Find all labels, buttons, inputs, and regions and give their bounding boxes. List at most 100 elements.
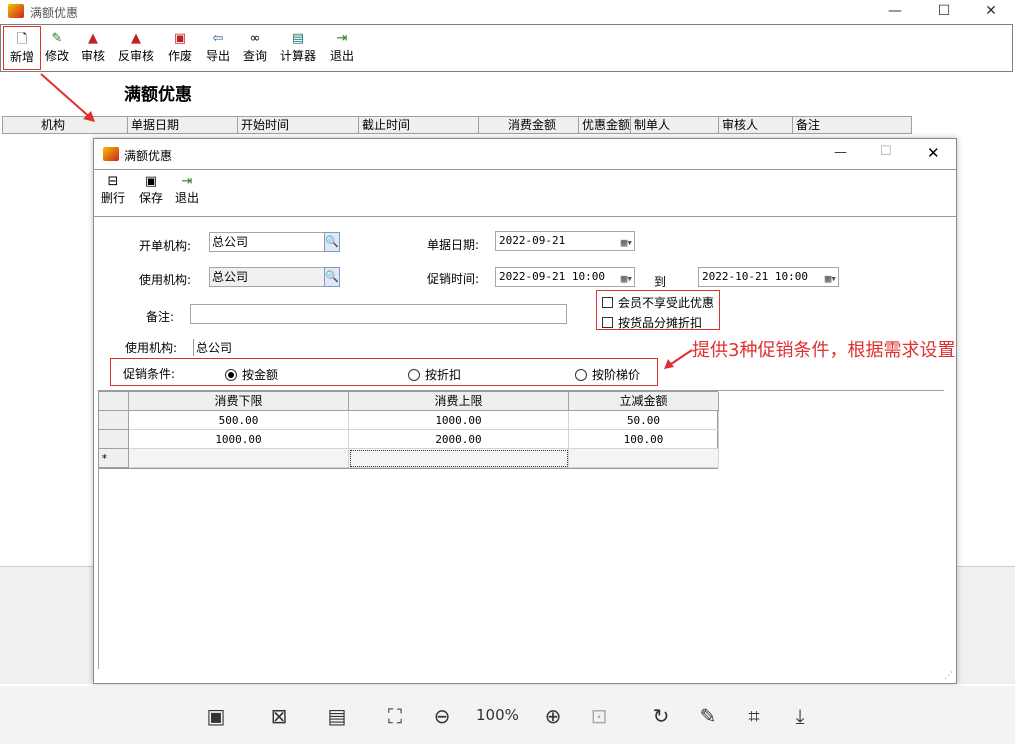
edit-icon: ✎ <box>51 31 63 46</box>
dialog-exit-button[interactable]: ⇥ 退出 <box>172 174 202 214</box>
stamp-icon: ▲ <box>88 31 98 46</box>
close-button[interactable]: ✕ <box>968 0 1014 22</box>
download-icon[interactable]: ⤓ <box>786 702 814 730</box>
minimize-button[interactable]: — <box>872 0 918 22</box>
grid-cell[interactable]: 2000.00 <box>349 430 569 449</box>
issuing-org-search-button[interactable]: 🔍 <box>324 232 340 252</box>
calendar-icon[interactable]: ▦▾ <box>621 234 633 252</box>
image-viewer-toolbar: ▣ ⊠ ▤ ⛶ ⊖ 100% ⊕ ⊡ ↻ ✎ ⌗ ⤓ <box>0 686 1015 744</box>
window-title: 满额优惠 <box>30 6 79 20</box>
export-button[interactable]: ⇦ 导出 <box>203 26 233 70</box>
calculator-icon: ▤ <box>291 31 305 46</box>
annotation-arrow <box>40 73 95 122</box>
remark-field[interactable] <box>190 304 567 324</box>
new-button[interactable]: 🗋 新增 <box>3 26 41 70</box>
save-icon: ▣ <box>144 174 158 189</box>
grid-cell[interactable] <box>569 449 719 468</box>
fullscreen-icon[interactable]: ⛶ <box>381 702 409 730</box>
split-discount-checkbox[interactable]: 按货品分摊折扣 <box>602 314 702 331</box>
doc-date-label: 单据日期: <box>427 238 480 252</box>
row-header[interactable] <box>99 411 129 430</box>
condition-amount-radio[interactable]: 按金额 <box>225 366 278 383</box>
window-titlebar: 满额优惠 — ☐ ✕ <box>0 0 1015 24</box>
grid-cell[interactable]: 1000.00 <box>129 430 349 449</box>
promo-start-field[interactable]: 2022-09-21 10:00 ▦▾ <box>495 267 635 287</box>
dialog-close-button[interactable]: ✕ <box>927 144 940 162</box>
exit-icon: ⇥ <box>336 31 348 46</box>
rotate-icon[interactable]: ↻ <box>647 702 675 730</box>
promotion-dialog: 满额优惠 — ☐ ✕ ⊟ 删行 ▣ 保存 ⇥ 退出 开单机构: 总公司 🔍 单据日期:… <box>93 138 957 684</box>
grid-cell[interactable]: 50.00 <box>569 411 719 430</box>
column-header[interactable]: 优惠金额 <box>579 117 631 133</box>
column-header[interactable]: 截止时间 <box>359 117 479 133</box>
column-header[interactable]: 制单人 <box>631 117 719 133</box>
unstamp-icon: ▲ <box>131 31 141 46</box>
condition-label: 促销条件: <box>123 367 176 381</box>
edit-icon[interactable]: ✎ <box>694 702 722 730</box>
exit-icon: ⇥ <box>181 174 193 189</box>
actual-size-icon[interactable]: ⊡ <box>585 702 613 730</box>
fit-screen-icon[interactable]: ⊠ <box>265 702 293 730</box>
dialog-maximize-button[interactable]: ☐ <box>880 144 892 159</box>
calendar-icon[interactable]: ▦▾ <box>621 270 633 288</box>
use-org-value: 总公司 <box>193 339 232 356</box>
use-org-label-2: 使用机构: <box>125 341 178 355</box>
issuing-org-field[interactable]: 总公司 <box>209 232 325 252</box>
grid-column-header[interactable]: 立减金额 <box>569 392 719 411</box>
use-org-search-button[interactable]: 🔍 <box>324 267 340 287</box>
exit-button[interactable]: ⇥ 退出 <box>327 26 357 70</box>
crop-icon[interactable]: ⌗ <box>740 702 768 730</box>
tier-grid: 消费下限 消费上限 立减金额 500.00 1000.00 50.00 1000… <box>98 391 719 469</box>
grid-cell[interactable]: 500.00 <box>129 411 349 430</box>
member-excluded-checkbox[interactable]: 会员不享受此优惠 <box>602 294 714 311</box>
grid-cell[interactable] <box>129 449 349 468</box>
column-header[interactable]: 单据日期 <box>128 117 238 133</box>
column-header[interactable]: 消费金额 <box>479 117 579 133</box>
zoom-out-icon[interactable]: ⊖ <box>428 702 456 730</box>
grid-column-header[interactable]: 消费上限 <box>349 392 569 411</box>
audit-button[interactable]: ▲ 审核 <box>78 26 108 70</box>
maximize-button[interactable]: ☐ <box>921 0 967 22</box>
calendar-icon[interactable]: ▦▾ <box>825 270 837 288</box>
grid-area-border <box>98 469 99 669</box>
resize-grip-icon[interactable]: ⋰ <box>944 671 953 681</box>
use-org-field[interactable]: 总公司 <box>209 267 325 287</box>
annotation-text: 提供3种促销条件，根据需求设置 <box>692 340 956 361</box>
search-icon: 🔍 <box>325 270 339 283</box>
grid-cell[interactable]: 1000.00 <box>349 411 569 430</box>
dialog-title: 满额优惠 <box>124 149 173 163</box>
delete-row-icon: ⊟ <box>107 174 119 189</box>
promo-end-field[interactable]: 2022-10-21 10:00 ▦▾ <box>698 267 839 287</box>
save-button[interactable]: ▣ 保存 <box>136 174 166 214</box>
dialog-minimize-button[interactable]: — <box>834 145 847 160</box>
use-org-label: 使用机构: <box>139 273 192 287</box>
edit-button[interactable]: ✎ 修改 <box>42 26 72 70</box>
doc-date-field[interactable]: 2022-09-21 ▦▾ <box>495 231 635 251</box>
calculator-button[interactable]: ▤ 计算器 <box>277 26 319 70</box>
column-header[interactable]: 备注 <box>793 117 911 133</box>
query-button[interactable]: ∞ 查询 <box>240 26 270 70</box>
unaudit-button[interactable]: ▲ 反审核 <box>115 26 157 70</box>
zoom-in-icon[interactable]: ⊕ <box>539 702 567 730</box>
condition-discount-radio[interactable]: 按折扣 <box>408 366 461 383</box>
list-header: 机构 单据日期 开始时间 截止时间 消费金额 优惠金额 制单人 审核人 备注 <box>2 116 912 134</box>
dialog-titlebar: 满额优惠 — ☐ ✕ <box>94 139 956 169</box>
column-header[interactable]: 审核人 <box>719 117 793 133</box>
ocr-icon[interactable]: ▤ <box>323 702 351 730</box>
remark-label: 备注: <box>146 310 175 324</box>
dialog-toolbar: ⊟ 删行 ▣ 保存 ⇥ 退出 <box>94 169 956 217</box>
layout-icon[interactable]: ▣ <box>202 702 230 730</box>
grid-cell[interactable]: 100.00 <box>569 430 719 449</box>
grid-cell[interactable] <box>349 449 569 468</box>
condition-tier-radio[interactable]: 按阶梯价 <box>575 366 640 383</box>
main-toolbar: 🗋 新增 ✎ 修改 ▲ 审核 ▲ 反审核 ▣ 作废 ⇦ 导出 ∞ 查询 ▤ 计算器 ⇥ 退出 <box>0 24 1013 72</box>
void-button[interactable]: ▣ 作废 <box>165 26 195 70</box>
void-icon: ▣ <box>173 31 187 46</box>
grid-column-header[interactable]: 消费下限 <box>129 392 349 411</box>
search-icon: 🔍 <box>325 235 339 248</box>
row-header[interactable] <box>99 430 129 449</box>
new-row-marker[interactable]: * <box>99 449 129 468</box>
delete-row-button[interactable]: ⊟ 删行 <box>98 174 128 214</box>
annotation-arrow <box>664 349 693 369</box>
column-header[interactable]: 开始时间 <box>238 117 359 133</box>
